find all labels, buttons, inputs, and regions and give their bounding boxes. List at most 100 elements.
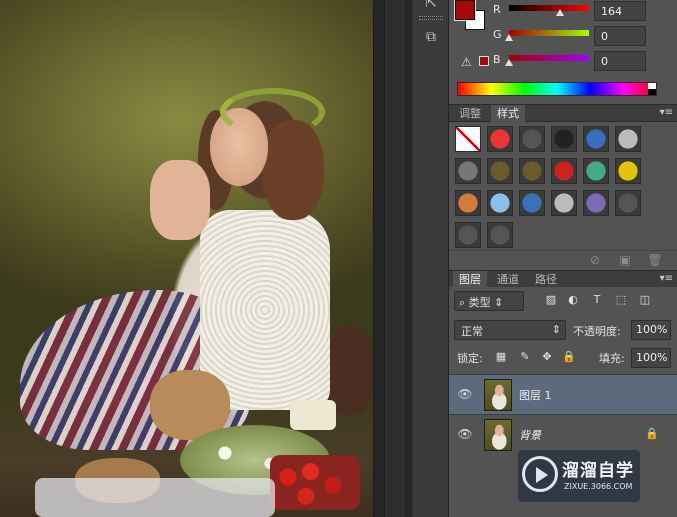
lock-image-icon[interactable]: ✎ bbox=[517, 350, 533, 366]
search-icon: ⌕ bbox=[459, 296, 469, 309]
eye-icon[interactable]: 👁 bbox=[457, 427, 473, 443]
value-g[interactable]: 0 bbox=[594, 26, 646, 46]
style-swatch[interactable] bbox=[455, 190, 481, 216]
style-swatch[interactable] bbox=[487, 190, 513, 216]
warning-triangle-icon[interactable]: ⚠ bbox=[461, 55, 472, 69]
style-swatch[interactable] bbox=[615, 158, 641, 184]
layer-row-layer1[interactable]: 👁 图层 1 bbox=[449, 374, 677, 414]
collapsed-panel-dock: ⇱ ⧉ bbox=[411, 0, 449, 517]
slider-b[interactable] bbox=[505, 55, 589, 66]
style-swatch[interactable] bbox=[615, 190, 641, 216]
play-logo-icon bbox=[522, 456, 558, 492]
lock-transparent-icon[interactable]: ▦ bbox=[493, 350, 509, 366]
photo-cloth bbox=[35, 478, 275, 517]
layer-filter-kind-label: 类型 bbox=[468, 296, 491, 309]
layer-name[interactable]: 图层 1 bbox=[519, 387, 552, 403]
lock-icon: 🔒 bbox=[645, 427, 659, 440]
channel-label-r: R bbox=[493, 3, 501, 16]
lock-position-icon[interactable]: ✥ bbox=[539, 350, 555, 366]
opacity-label: 不透明度: bbox=[573, 325, 621, 338]
right-panels: R 164 G 0 ⚠ B 0 调整 样式 ▾≡ ⊘ ▣ 🗑 图层 通道 路径 … bbox=[449, 0, 677, 517]
black-white-ramp[interactable] bbox=[648, 83, 656, 95]
style-swatch[interactable] bbox=[487, 222, 513, 248]
eye-icon[interactable]: 👁 bbox=[457, 387, 473, 403]
trash-icon[interactable]: 🗑 bbox=[647, 253, 663, 269]
photo-hands bbox=[150, 160, 210, 240]
watermark-url: ZIXUE.3066.COM bbox=[564, 482, 633, 491]
gamut-color-swatch[interactable] bbox=[479, 56, 489, 66]
tab-paths[interactable]: 路径 bbox=[529, 271, 563, 288]
tab-styles[interactable]: 样式 bbox=[491, 105, 525, 122]
style-swatch[interactable] bbox=[615, 126, 641, 152]
updown-icon: ⇕ bbox=[551, 323, 561, 336]
collapsed-panel-button-3d[interactable]: ⧉ bbox=[419, 26, 443, 48]
layer-thumbnail bbox=[484, 419, 512, 451]
photo-strawberries bbox=[270, 455, 360, 510]
layer-row-background[interactable]: 👁 背景 🔒 bbox=[449, 414, 677, 454]
styles-grid bbox=[449, 121, 677, 251]
style-swatch[interactable] bbox=[519, 158, 545, 184]
updown-icon: ⇕ bbox=[490, 296, 504, 309]
layer-name[interactable]: 背景 bbox=[519, 427, 541, 443]
style-swatch[interactable] bbox=[551, 126, 577, 152]
photo-cup bbox=[290, 400, 336, 430]
document-canvas[interactable] bbox=[0, 0, 373, 517]
photo-flower-crown bbox=[220, 88, 325, 136]
layers-panel-menu-icon[interactable]: ▾≡ bbox=[660, 273, 673, 284]
tab-channels[interactable]: 通道 bbox=[491, 271, 525, 288]
channel-label-b: B bbox=[493, 53, 501, 66]
style-swatch[interactable] bbox=[551, 158, 577, 184]
style-swatch[interactable] bbox=[455, 126, 481, 152]
canvas-panel-divider bbox=[373, 0, 410, 517]
color-panel: R 164 G 0 ⚠ B 0 bbox=[449, 0, 677, 104]
panel-arrow-icon: ⇱ bbox=[425, 0, 437, 11]
color-spectrum-ramp[interactable] bbox=[457, 82, 657, 96]
filter-adjustment-icon[interactable]: ◐ bbox=[565, 293, 581, 309]
dock-grip[interactable] bbox=[419, 16, 443, 20]
tab-adjustments[interactable]: 调整 bbox=[453, 105, 487, 122]
filter-pixel-icon[interactable]: ▨ bbox=[543, 293, 559, 309]
style-swatch[interactable] bbox=[487, 126, 513, 152]
clear-style-icon[interactable]: ⊘ bbox=[587, 253, 603, 269]
fill-input[interactable]: 100% bbox=[631, 348, 671, 368]
lock-label: 锁定: bbox=[457, 352, 483, 365]
layer-filter-kind[interactable]: ⌕ 类型 ⇕ bbox=[454, 291, 524, 311]
style-swatch[interactable] bbox=[519, 126, 545, 152]
cube-stack-icon: ⧉ bbox=[426, 29, 436, 45]
panel-scroll-strip[interactable] bbox=[384, 0, 404, 517]
fill-label: 填充: bbox=[599, 352, 625, 365]
value-r[interactable]: 164 bbox=[594, 1, 646, 21]
filter-shape-icon[interactable]: ⬚ bbox=[613, 293, 629, 309]
style-swatch[interactable] bbox=[551, 190, 577, 216]
filter-smartobject-icon[interactable]: ◫ bbox=[637, 293, 653, 309]
style-swatch[interactable] bbox=[583, 158, 609, 184]
opacity-input[interactable]: 100% bbox=[631, 320, 671, 340]
foreground-color-swatch[interactable] bbox=[454, 0, 476, 21]
value-b[interactable]: 0 bbox=[594, 51, 646, 71]
panel-menu-icon[interactable]: ▾≡ bbox=[660, 107, 673, 118]
tab-layers[interactable]: 图层 bbox=[453, 271, 487, 288]
lock-all-icon[interactable]: 🔒 bbox=[561, 350, 577, 366]
style-swatch[interactable] bbox=[519, 190, 545, 216]
watermark: 溜溜自学 ZIXUE.3066.COM bbox=[518, 450, 640, 502]
layer-thumbnail bbox=[484, 379, 512, 411]
style-swatch[interactable] bbox=[455, 222, 481, 248]
watermark-title: 溜溜自学 bbox=[562, 461, 634, 481]
filter-type-icon[interactable]: T bbox=[589, 293, 605, 309]
style-swatch[interactable] bbox=[583, 190, 609, 216]
slider-r[interactable] bbox=[509, 5, 589, 16]
blend-mode-value: 正常 bbox=[461, 325, 483, 338]
new-style-icon[interactable]: ▣ bbox=[617, 253, 633, 269]
layers-tabbar: 图层 通道 路径 ▾≡ bbox=[449, 270, 677, 288]
style-swatch[interactable] bbox=[583, 126, 609, 152]
slider-r-thumb[interactable] bbox=[556, 9, 565, 16]
collapsed-panel-button-top[interactable]: ⇱ bbox=[419, 0, 443, 14]
slider-g[interactable] bbox=[505, 30, 589, 41]
slider-b-thumb[interactable] bbox=[505, 59, 513, 66]
blend-mode-select[interactable]: 正常 ⇕ bbox=[454, 320, 566, 340]
styles-tabbar: 调整 样式 ▾≡ bbox=[449, 104, 677, 122]
style-swatch[interactable] bbox=[455, 158, 481, 184]
styles-footer: ⊘ ▣ 🗑 bbox=[449, 250, 677, 270]
style-swatch[interactable] bbox=[487, 158, 513, 184]
slider-g-thumb[interactable] bbox=[505, 34, 513, 41]
